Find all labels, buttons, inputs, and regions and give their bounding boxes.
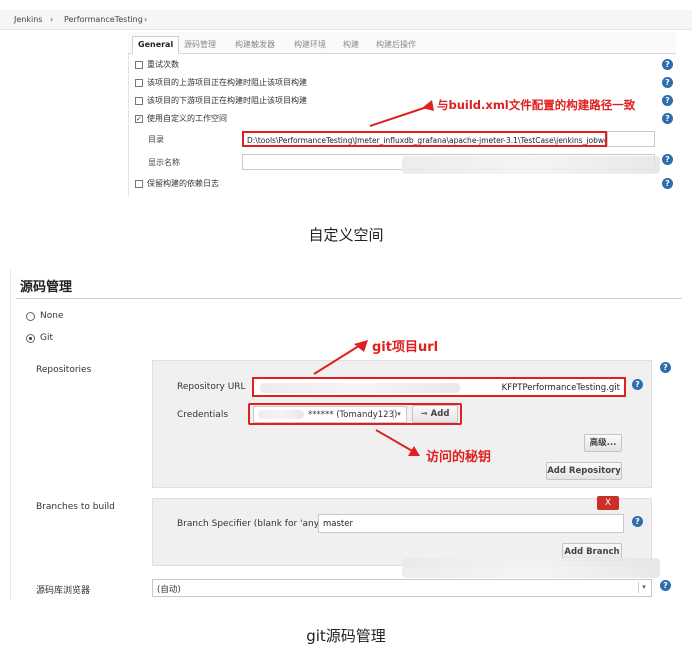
tab-build-triggers[interactable]: 构建触发器 bbox=[235, 36, 275, 54]
option-label: 该项目的上游项目正在构建时阻止该项目构建 bbox=[147, 78, 307, 87]
repositories-label: Repositories bbox=[36, 365, 92, 375]
add-credentials-button[interactable]: ⊸ Add bbox=[412, 405, 458, 423]
scm-none-label: None bbox=[40, 311, 64, 321]
repo-browser-label: 源码库浏览器 bbox=[36, 586, 91, 596]
blurred-region bbox=[402, 156, 660, 174]
help-icon[interactable]: ? bbox=[662, 77, 673, 88]
caption-git-scm: git源码管理 bbox=[306, 627, 386, 645]
help-icon[interactable]: ? bbox=[662, 178, 673, 189]
breadcrumb-separator: › bbox=[144, 15, 148, 24]
credentials-label: Credentials bbox=[177, 410, 229, 420]
block-upstream-checkbox[interactable] bbox=[135, 78, 143, 87]
tab-post-build[interactable]: 构建后操作 bbox=[376, 36, 416, 54]
delete-branch-button[interactable]: X bbox=[597, 496, 619, 510]
tab-general[interactable]: General bbox=[132, 36, 180, 54]
tab-build-environment[interactable]: 构建环境 bbox=[294, 36, 326, 54]
repo-browser-select[interactable]: (自动) ▾ bbox=[152, 579, 652, 597]
repo-url-label: Repository URL bbox=[177, 382, 246, 392]
option-keep-dependency-log[interactable]: 保留构建的依赖日志 bbox=[135, 178, 219, 189]
block-downstream-checkbox[interactable] bbox=[135, 96, 143, 105]
option-block-upstream[interactable]: 该项目的上游项目正在构建时阻止该项目构建 bbox=[135, 77, 307, 88]
help-icon[interactable]: ? bbox=[662, 95, 673, 106]
help-icon[interactable]: ? bbox=[662, 154, 673, 165]
blurred-credential bbox=[258, 410, 304, 419]
credentials-value: ****** (Tomandy123) bbox=[308, 410, 398, 420]
option-label: 使用自定义的工作空间 bbox=[147, 114, 227, 123]
chevron-down-icon: ▾ bbox=[393, 409, 404, 420]
option-label: 保留构建的依赖日志 bbox=[147, 179, 219, 188]
add-label: Add bbox=[430, 409, 450, 419]
breadcrumb-job[interactable]: PerformanceTesting bbox=[64, 15, 143, 24]
display-name-label: 显示名称 bbox=[148, 158, 180, 167]
option-label: 该项目的下游项目正在构建时阻止该项目构建 bbox=[147, 96, 307, 105]
advanced-button[interactable]: 高级... bbox=[584, 434, 622, 452]
branch-specifier-label: Branch Specifier (blank for 'any') bbox=[177, 519, 326, 529]
breadcrumb-jenkins[interactable]: Jenkins bbox=[14, 15, 42, 24]
repo-url-input[interactable]: KFPTPerformanceTesting.git bbox=[252, 377, 626, 397]
annotation-arrow bbox=[375, 429, 420, 456]
caption-custom-workspace: 自定义空间 bbox=[308, 226, 384, 244]
tab-build[interactable]: 构建 bbox=[343, 36, 359, 54]
repo-url-value: KFPTPerformanceTesting.git bbox=[501, 383, 620, 393]
annotation-arrow bbox=[313, 340, 368, 375]
config-tabs: General 源码管理 构建触发器 构建环境 构建 构建后操作 bbox=[128, 32, 676, 54]
directory-input[interactable]: D:\tools\PerformanceTesting\Jmeter_influ… bbox=[242, 131, 607, 147]
branch-specifier-input[interactable]: master bbox=[318, 514, 624, 533]
blurred-region bbox=[402, 558, 660, 578]
credentials-select[interactable]: ****** (Tomandy123) ▾ bbox=[253, 406, 407, 423]
annotation-arrow bbox=[369, 100, 434, 127]
tab-source-code[interactable]: 源码管理 bbox=[184, 36, 216, 54]
help-icon[interactable]: ? bbox=[632, 516, 643, 527]
title-divider bbox=[16, 298, 682, 299]
screenshot-general-config: Jenkins › PerformanceTesting › General 源… bbox=[0, 0, 692, 196]
annotation-build-path: 与build.xml文件配置的构建路径一致 bbox=[437, 98, 636, 112]
scm-git-radio[interactable] bbox=[26, 334, 35, 343]
help-icon[interactable]: ? bbox=[662, 113, 673, 124]
help-icon[interactable]: ? bbox=[660, 362, 671, 373]
annotation-access-key: 访问的秘钥 bbox=[426, 450, 492, 465]
add-repository-button[interactable]: Add Repository bbox=[546, 462, 622, 480]
help-icon[interactable]: ? bbox=[660, 580, 671, 591]
breadcrumb: Jenkins › PerformanceTesting › bbox=[0, 10, 692, 30]
option-custom-workspace[interactable]: ✓ 使用自定义的工作空间 bbox=[135, 113, 227, 124]
repo-browser-value: (自动) bbox=[157, 585, 181, 595]
directory-input-extension[interactable] bbox=[607, 131, 655, 147]
option-label: 重试次数 bbox=[147, 60, 179, 69]
scm-none-radio[interactable] bbox=[26, 312, 35, 321]
blurred-url bbox=[260, 383, 460, 393]
scm-git-label: Git bbox=[40, 333, 54, 343]
breadcrumb-separator: › bbox=[50, 15, 54, 24]
chevron-down-icon: ▾ bbox=[638, 582, 649, 593]
annotation-git-url: git项目url bbox=[372, 340, 439, 355]
help-icon[interactable]: ? bbox=[632, 379, 643, 390]
option-block-downstream[interactable]: 该项目的下游项目正在构建时阻止该项目构建 bbox=[135, 95, 307, 106]
help-icon[interactable]: ? bbox=[662, 59, 673, 70]
option-retry-count[interactable]: 重试次数 bbox=[135, 59, 179, 70]
key-icon: ⊸ bbox=[420, 409, 428, 419]
keep-log-checkbox[interactable] bbox=[135, 179, 143, 188]
directory-label: 目录 bbox=[148, 135, 164, 144]
branches-label: Branches to build bbox=[36, 502, 115, 512]
scm-section-title: 源码管理 bbox=[20, 280, 73, 295]
retry-count-checkbox[interactable] bbox=[135, 60, 143, 69]
custom-workspace-checkbox[interactable]: ✓ bbox=[135, 114, 143, 123]
